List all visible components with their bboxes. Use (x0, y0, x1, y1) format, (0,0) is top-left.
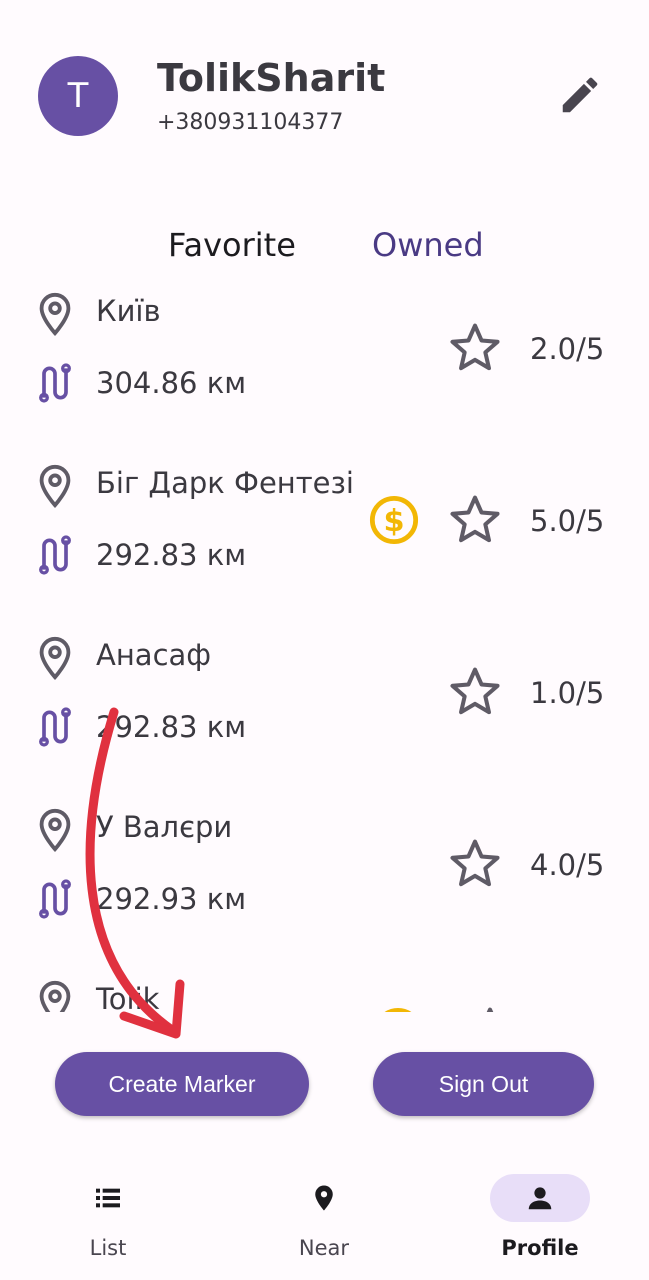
nav-label-profile: Profile (501, 1236, 579, 1260)
svg-text:$: $ (383, 504, 404, 539)
list-item[interactable]: Tolik (0, 970, 649, 1012)
star-outline-icon (450, 667, 500, 715)
edit-profile-button[interactable] (552, 70, 608, 120)
list-item[interactable]: Київ 304.86 км 2.0/5 (0, 282, 649, 454)
person-icon (528, 1187, 552, 1210)
marker-rating: 4.0/5 (530, 848, 605, 882)
marker-name: Анасаф (96, 638, 212, 672)
profile-phone: +380931104377 (157, 110, 344, 135)
markers-list[interactable]: Київ 304.86 км 2.0/5 Біг Дарк Фентезі 29… (0, 282, 649, 1012)
nav-label-near: Near (298, 1236, 350, 1260)
marker-distance: 292.93 км (96, 882, 247, 916)
star-outline-icon (450, 839, 500, 887)
nav-label-list: List (89, 1236, 127, 1260)
route-icon (39, 363, 71, 403)
marker-rating: 2.0/5 (530, 332, 605, 366)
tab-favorite[interactable]: Favorite (168, 226, 296, 264)
marker-distance: 292.83 км (96, 538, 247, 572)
location-pin-icon (39, 292, 71, 337)
list-icon (96, 1188, 120, 1208)
star-outline-icon (450, 323, 500, 371)
list-item[interactable]: Анасаф 292.83 км 1.0/5 (0, 626, 649, 798)
marker-name: Tolik (96, 982, 160, 1012)
route-icon (39, 879, 71, 919)
location-pin-icon (39, 464, 71, 509)
create-marker-button[interactable]: Create Marker (55, 1052, 309, 1116)
marker-distance: 304.86 км (96, 366, 247, 400)
star-outline-icon (450, 495, 500, 543)
coin-icon (384, 1007, 412, 1012)
list-item[interactable]: У Валєри 292.93 км 4.0/5 (0, 798, 649, 970)
route-icon (39, 707, 71, 747)
bottom-navigation: List Near Profile (0, 1160, 649, 1280)
marker-rating: 1.0/5 (530, 676, 605, 710)
location-pin-icon (39, 980, 71, 1012)
marker-distance: 292.83 км (96, 710, 247, 744)
marker-name: Київ (96, 294, 161, 328)
location-pin-icon (315, 1185, 333, 1211)
nav-item-near[interactable]: Near (244, 1160, 404, 1270)
list-item[interactable]: Біг Дарк Фентезі 292.83 км $ 5.0/5 (0, 454, 649, 626)
location-pin-icon (39, 636, 71, 681)
nav-item-profile[interactable]: Profile (460, 1160, 620, 1270)
tab-owned[interactable]: Owned (372, 226, 484, 264)
location-pin-icon (39, 808, 71, 853)
avatar: T (38, 56, 118, 136)
star-outline-icon (486, 1007, 494, 1012)
coin-icon: $ (369, 495, 419, 545)
pencil-icon (562, 77, 598, 113)
route-icon (39, 535, 71, 575)
nav-item-list[interactable]: List (28, 1160, 188, 1270)
marker-name: У Валєри (96, 810, 233, 844)
marker-rating: 5.0/5 (530, 504, 605, 538)
marker-name: Біг Дарк Фентезі (96, 466, 354, 500)
sign-out-button[interactable]: Sign Out (373, 1052, 594, 1116)
profile-name: TolikSharit (157, 56, 386, 100)
